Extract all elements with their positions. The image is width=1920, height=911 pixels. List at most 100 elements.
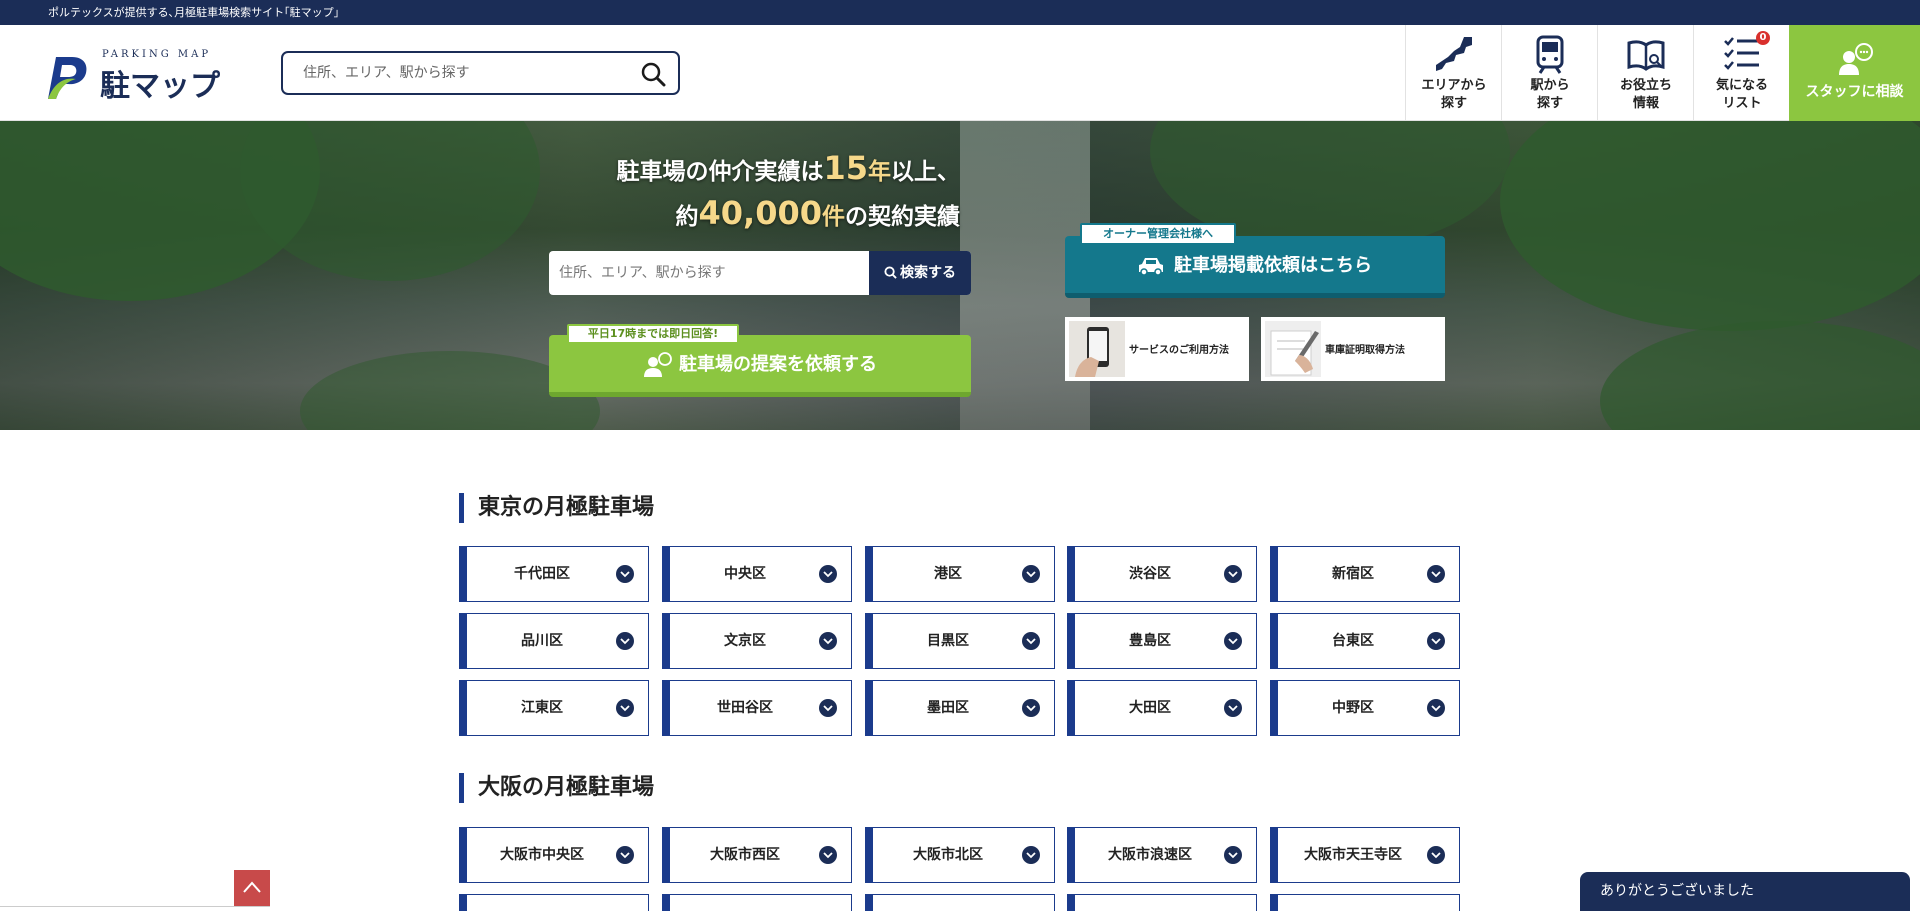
hero-tree-left-2 (240, 121, 540, 281)
nav-favorites-label: 気になる リスト (1715, 78, 1768, 111)
staff-consult-button[interactable]: スタッフに相談 (1789, 25, 1920, 121)
nav-area-search[interactable]: エリアから 探す (1405, 25, 1501, 121)
chevron-down-icon (616, 699, 634, 717)
area-button-label: 中野区 (1332, 700, 1374, 716)
hero-line1-suffix: 以上、 (891, 159, 960, 185)
header-search-input[interactable] (303, 61, 623, 85)
hero-search-button[interactable]: 検索する (869, 251, 971, 295)
chevron-down-icon (1022, 632, 1040, 650)
hero-contracts-unit: 件 (822, 204, 845, 230)
area-button[interactable] (1270, 894, 1460, 911)
chevron-down-icon (1022, 699, 1040, 717)
chevron-down-icon (616, 565, 634, 583)
book-icon (1627, 40, 1665, 71)
area-button[interactable]: 台東区 (1270, 613, 1460, 669)
area-button-label: 千代田区 (514, 566, 570, 582)
area-button-label: 大阪市天王寺区 (1304, 847, 1402, 863)
hero-contracts-number: 40,000 (698, 194, 822, 232)
chevron-down-icon (819, 632, 837, 650)
chevron-down-icon (616, 846, 634, 864)
area-button-label: 渋谷区 (1129, 566, 1171, 582)
area-button[interactable]: 大阪市西区 (662, 827, 852, 883)
area-button[interactable]: 豊島区 (1067, 613, 1257, 669)
site-header: PARKING MAP 駐マップ エリアから 探す 駅から 探す (0, 25, 1920, 121)
area-button[interactable]: 港区 (865, 546, 1055, 602)
service-guide-card[interactable]: サービスのご利用方法 (1065, 317, 1249, 381)
hero-headline-line2: 約40,000件の契約実績 (540, 191, 960, 239)
chevron-up-icon (243, 881, 261, 893)
area-button-label: 大阪市北区 (913, 847, 983, 863)
favorites-count-badge: 0 (1756, 31, 1770, 45)
chevron-down-icon (1427, 632, 1445, 650)
chevron-down-icon (819, 699, 837, 717)
area-button[interactable]: 大阪市北区 (865, 827, 1055, 883)
site-logo[interactable]: PARKING MAP 駐マップ (46, 47, 246, 104)
nav-info[interactable]: お役立ち 情報 (1597, 25, 1693, 121)
area-button[interactable]: 目黒区 (865, 613, 1055, 669)
area-button[interactable]: 新宿区 (1270, 546, 1460, 602)
area-button[interactable]: 中野区 (1270, 680, 1460, 736)
area-button[interactable]: 千代田区 (459, 546, 649, 602)
area-button[interactable]: 中央区 (662, 546, 852, 602)
chevron-down-icon (616, 632, 634, 650)
chevron-down-icon (1427, 699, 1445, 717)
area-button-label: 墨田区 (927, 700, 969, 716)
area-button-label: 豊島区 (1129, 633, 1171, 649)
area-button[interactable]: 江東区 (459, 680, 649, 736)
area-button-label: 世田谷区 (717, 700, 773, 716)
search-icon[interactable] (640, 61, 666, 87)
staff-consult-label: スタッフに相談 (1805, 84, 1904, 100)
area-button-label: 大阪市浪速区 (1108, 847, 1192, 863)
area-button-label: 目黒区 (927, 633, 969, 649)
tokyo-section-title: 東京の月極駐車場 (459, 493, 654, 523)
area-button[interactable]: 大田区 (1067, 680, 1257, 736)
chevron-down-icon (1427, 565, 1445, 583)
chevron-down-icon (1022, 565, 1040, 583)
garage-certificate-card[interactable]: 車庫証明取得方法 (1261, 317, 1445, 381)
staff-chat-icon (1839, 43, 1873, 75)
hero-line2-prefix: 約 (675, 204, 699, 230)
area-button-label: 文京区 (724, 633, 766, 649)
chat-widget-bar[interactable]: ありがとうございました (1580, 872, 1910, 911)
area-button-label: 台東区 (1332, 633, 1374, 649)
hero-headline: 駐車場の仲介実績は15年以上、 約40,000件の契約実績 (540, 149, 960, 239)
parking-proposal-button[interactable]: 駐車場の提案を依頼する (549, 335, 971, 397)
area-button-label: 大阪市中央区 (500, 847, 584, 863)
area-button[interactable]: 大阪市天王寺区 (1270, 827, 1460, 883)
hero-bush-right (1600, 321, 1920, 430)
area-button[interactable]: 墨田区 (865, 680, 1055, 736)
area-button[interactable] (662, 894, 852, 911)
train-icon (1536, 35, 1564, 74)
logo-title: 駐マップ (100, 69, 220, 104)
area-button[interactable]: 世田谷区 (662, 680, 852, 736)
area-button[interactable]: 渋谷区 (1067, 546, 1257, 602)
hero-search-box: 検索する (549, 251, 971, 295)
area-button[interactable] (459, 894, 649, 911)
owner-listing-button[interactable]: 駐車場掲載依頼はこちら (1065, 236, 1445, 298)
owner-tag: オーナー管理会社様へ (1080, 223, 1236, 245)
area-button[interactable]: 品川区 (459, 613, 649, 669)
nav-area-label: エリアから 探す (1421, 78, 1487, 111)
area-button[interactable]: 文京区 (662, 613, 852, 669)
area-button[interactable] (865, 894, 1055, 911)
parking-logo-icon (48, 57, 87, 99)
hero-years-number: 15 (823, 149, 868, 187)
nav-station-search[interactable]: 駅から 探す (1501, 25, 1597, 121)
chevron-down-icon (819, 846, 837, 864)
area-button-label: 品川区 (521, 633, 563, 649)
same-day-reply-tag: 平日17時までは即日回答! (567, 324, 739, 344)
scroll-to-top-button[interactable] (234, 870, 270, 906)
search-icon (884, 266, 897, 279)
area-button[interactable]: 大阪市浪速区 (1067, 827, 1257, 883)
top-banner-text: ポルテックスが提供する､月極駐車場検索サイト｢駐マップ｣ (48, 6, 340, 19)
service-guide-label: サービスのご利用方法 (1129, 345, 1229, 356)
owner-listing-label: 駐車場掲載依頼はこちら (1174, 255, 1372, 276)
hero-search-input[interactable] (559, 261, 859, 285)
hero-banner: 駐車場の仲介実績は15年以上、 約40,000件の契約実績 検索する 駐車場の提… (0, 121, 1920, 430)
nav-station-label: 駅から 探す (1530, 78, 1570, 111)
hero-tree-right-2 (1500, 121, 1920, 331)
nav-favorites[interactable]: 0 気になる リスト (1693, 25, 1789, 121)
area-button[interactable] (1067, 894, 1257, 911)
area-button[interactable]: 大阪市中央区 (459, 827, 649, 883)
chevron-down-icon (1224, 565, 1242, 583)
